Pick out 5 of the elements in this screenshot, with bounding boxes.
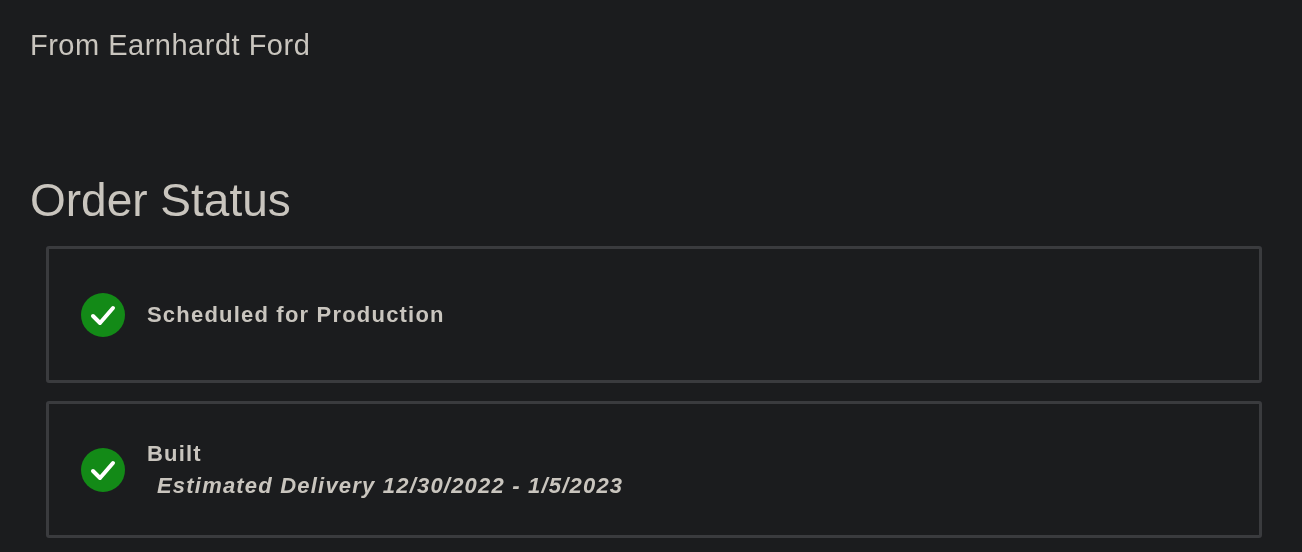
section-heading: Order Status bbox=[30, 174, 291, 226]
delivery-estimate: Estimated Delivery 12/30/2022 - 1/5/2023 bbox=[157, 471, 624, 500]
status-title: Scheduled for Production bbox=[147, 300, 445, 329]
dealer-name: From Earnhardt Ford bbox=[30, 28, 311, 63]
status-title: Built bbox=[147, 439, 203, 468]
